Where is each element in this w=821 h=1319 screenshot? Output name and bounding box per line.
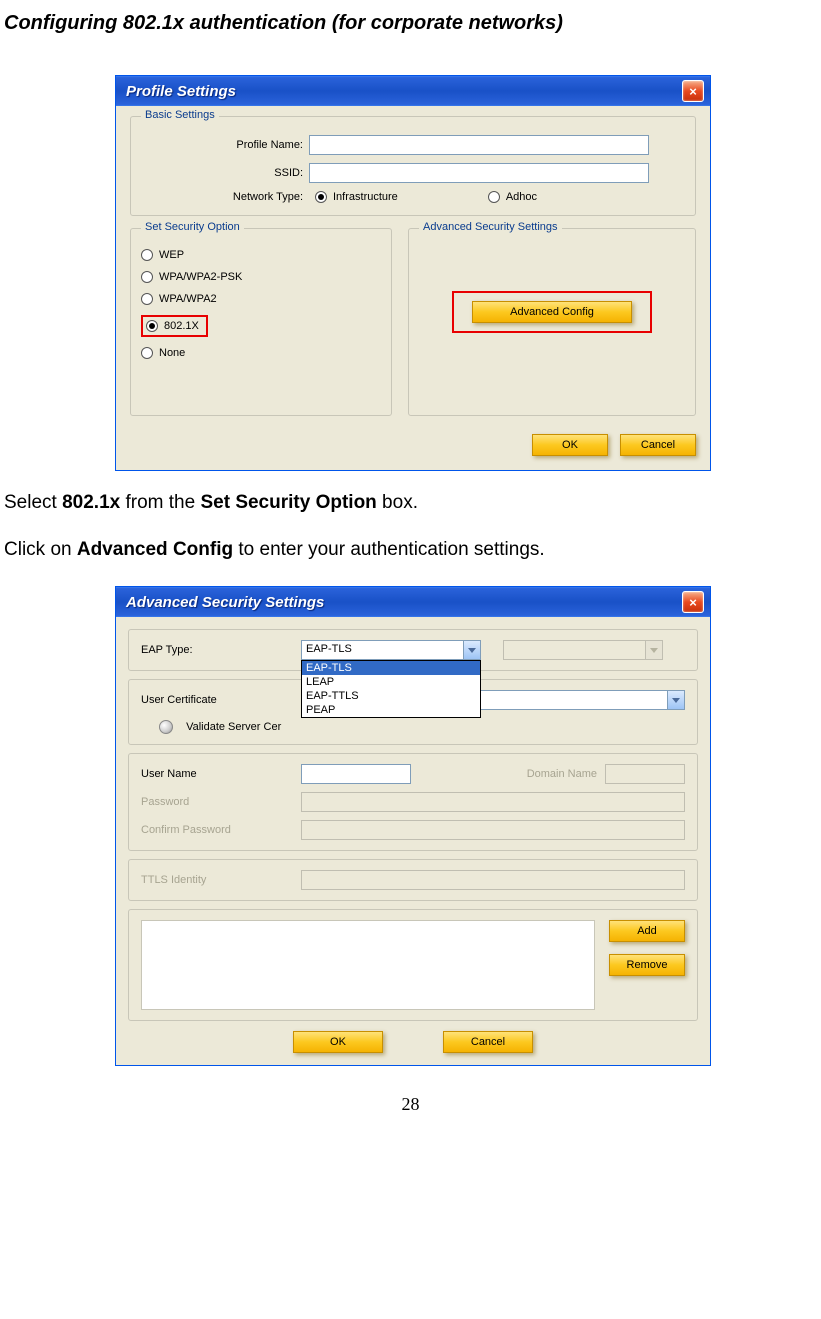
instruction-2: Click on Advanced Config to enter your a…	[0, 536, 821, 565]
ok-button[interactable]: OK	[532, 434, 608, 456]
ttls-identity-input	[301, 870, 685, 890]
radio-label: None	[159, 347, 185, 359]
group-legend: Set Security Option	[141, 221, 244, 233]
802-1x-radio[interactable]: 802.1X	[144, 318, 205, 334]
basic-settings-group: Basic Settings Profile Name: SSID: Netwo…	[130, 116, 696, 216]
page-number: 28	[0, 1094, 821, 1115]
eap-option[interactable]: LEAP	[302, 675, 480, 689]
ssid-input[interactable]	[309, 163, 649, 183]
ssid-label: SSID:	[141, 167, 309, 179]
eap-type-label: EAP Type:	[141, 644, 301, 656]
titlebar: Profile Settings ×	[116, 76, 710, 106]
highlight-802-1x: 802.1X	[141, 315, 208, 337]
validate-server-label: Validate Server Cer	[186, 721, 281, 733]
eap-type-option-list: EAP-TLS LEAP EAP-TTLS PEAP	[301, 660, 481, 718]
close-icon[interactable]: ×	[682, 80, 704, 102]
ok-button[interactable]: OK	[293, 1031, 383, 1053]
confirm-password-label: Confirm Password	[141, 824, 301, 836]
cancel-button[interactable]: Cancel	[620, 434, 696, 456]
radio-label: 802.1X	[164, 320, 199, 332]
domain-name-input	[605, 764, 685, 784]
instruction-1: Select 802.1x from the Set Security Opti…	[0, 489, 821, 518]
close-icon[interactable]: ×	[682, 591, 704, 613]
radio-label: WEP	[159, 249, 184, 261]
profile-settings-window: Profile Settings × Basic Settings Profil…	[115, 75, 711, 471]
group-legend: Basic Settings	[141, 109, 219, 121]
page-heading: Configuring 802.1x authentication (for c…	[0, 12, 821, 35]
profile-name-input[interactable]	[309, 135, 649, 155]
confirm-password-input	[301, 820, 685, 840]
ttls-identity-label: TTLS Identity	[141, 874, 301, 886]
add-button[interactable]: Add	[609, 920, 685, 942]
eap-option[interactable]: PEAP	[302, 703, 480, 717]
chevron-down-icon[interactable]	[463, 641, 480, 659]
wpa-psk-radio[interactable]: WPA/WPA2-PSK	[141, 271, 381, 283]
radio-label: WPA/WPA2-PSK	[159, 271, 242, 283]
cancel-button[interactable]: Cancel	[443, 1031, 533, 1053]
radio-label: Adhoc	[506, 191, 537, 203]
window-title: Profile Settings	[126, 83, 236, 100]
infrastructure-radio[interactable]: Infrastructure	[315, 191, 398, 203]
radio-label: Infrastructure	[333, 191, 398, 203]
highlight-advanced-config: Advanced Config	[452, 291, 652, 333]
group-legend: Advanced Security Settings	[419, 221, 562, 233]
wep-radio[interactable]: WEP	[141, 249, 381, 261]
wpa-radio[interactable]: WPA/WPA2	[141, 293, 381, 305]
radio-label: WPA/WPA2	[159, 293, 217, 305]
remove-button[interactable]: Remove	[609, 954, 685, 976]
user-name-label: User Name	[141, 768, 301, 780]
eap-sub-dropdown	[503, 640, 663, 660]
user-name-input[interactable]	[301, 764, 411, 784]
network-type-label: Network Type:	[141, 191, 309, 203]
eap-type-dropdown[interactable]: EAP-TLS EAP-TLS LEAP EAP-TTLS PEAP	[301, 640, 481, 660]
advanced-security-group: Advanced Security Settings Advanced Conf…	[408, 228, 696, 416]
domain-name-label: Domain Name	[527, 768, 597, 780]
user-cert-label: User Certificate	[141, 694, 301, 706]
window-title: Advanced Security Settings	[126, 594, 324, 611]
security-option-group: Set Security Option WEP WPA/WPA2-PSK WPA…	[130, 228, 392, 416]
adhoc-radio[interactable]: Adhoc	[488, 191, 537, 203]
chevron-down-icon[interactable]	[667, 691, 684, 709]
chevron-down-icon	[645, 641, 662, 659]
eap-option[interactable]: EAP-TTLS	[302, 689, 480, 703]
advanced-config-button[interactable]: Advanced Config	[472, 301, 632, 323]
none-radio[interactable]: None	[141, 347, 381, 359]
validate-server-checkbox[interactable]	[159, 720, 173, 734]
password-label: Password	[141, 796, 301, 808]
profile-name-label: Profile Name:	[141, 139, 309, 151]
password-input	[301, 792, 685, 812]
titlebar: Advanced Security Settings ×	[116, 587, 710, 617]
advanced-security-window: Advanced Security Settings × EAP Type: E…	[115, 586, 711, 1066]
certificate-listbox[interactable]	[141, 920, 595, 1010]
eap-option[interactable]: EAP-TLS	[302, 661, 480, 675]
